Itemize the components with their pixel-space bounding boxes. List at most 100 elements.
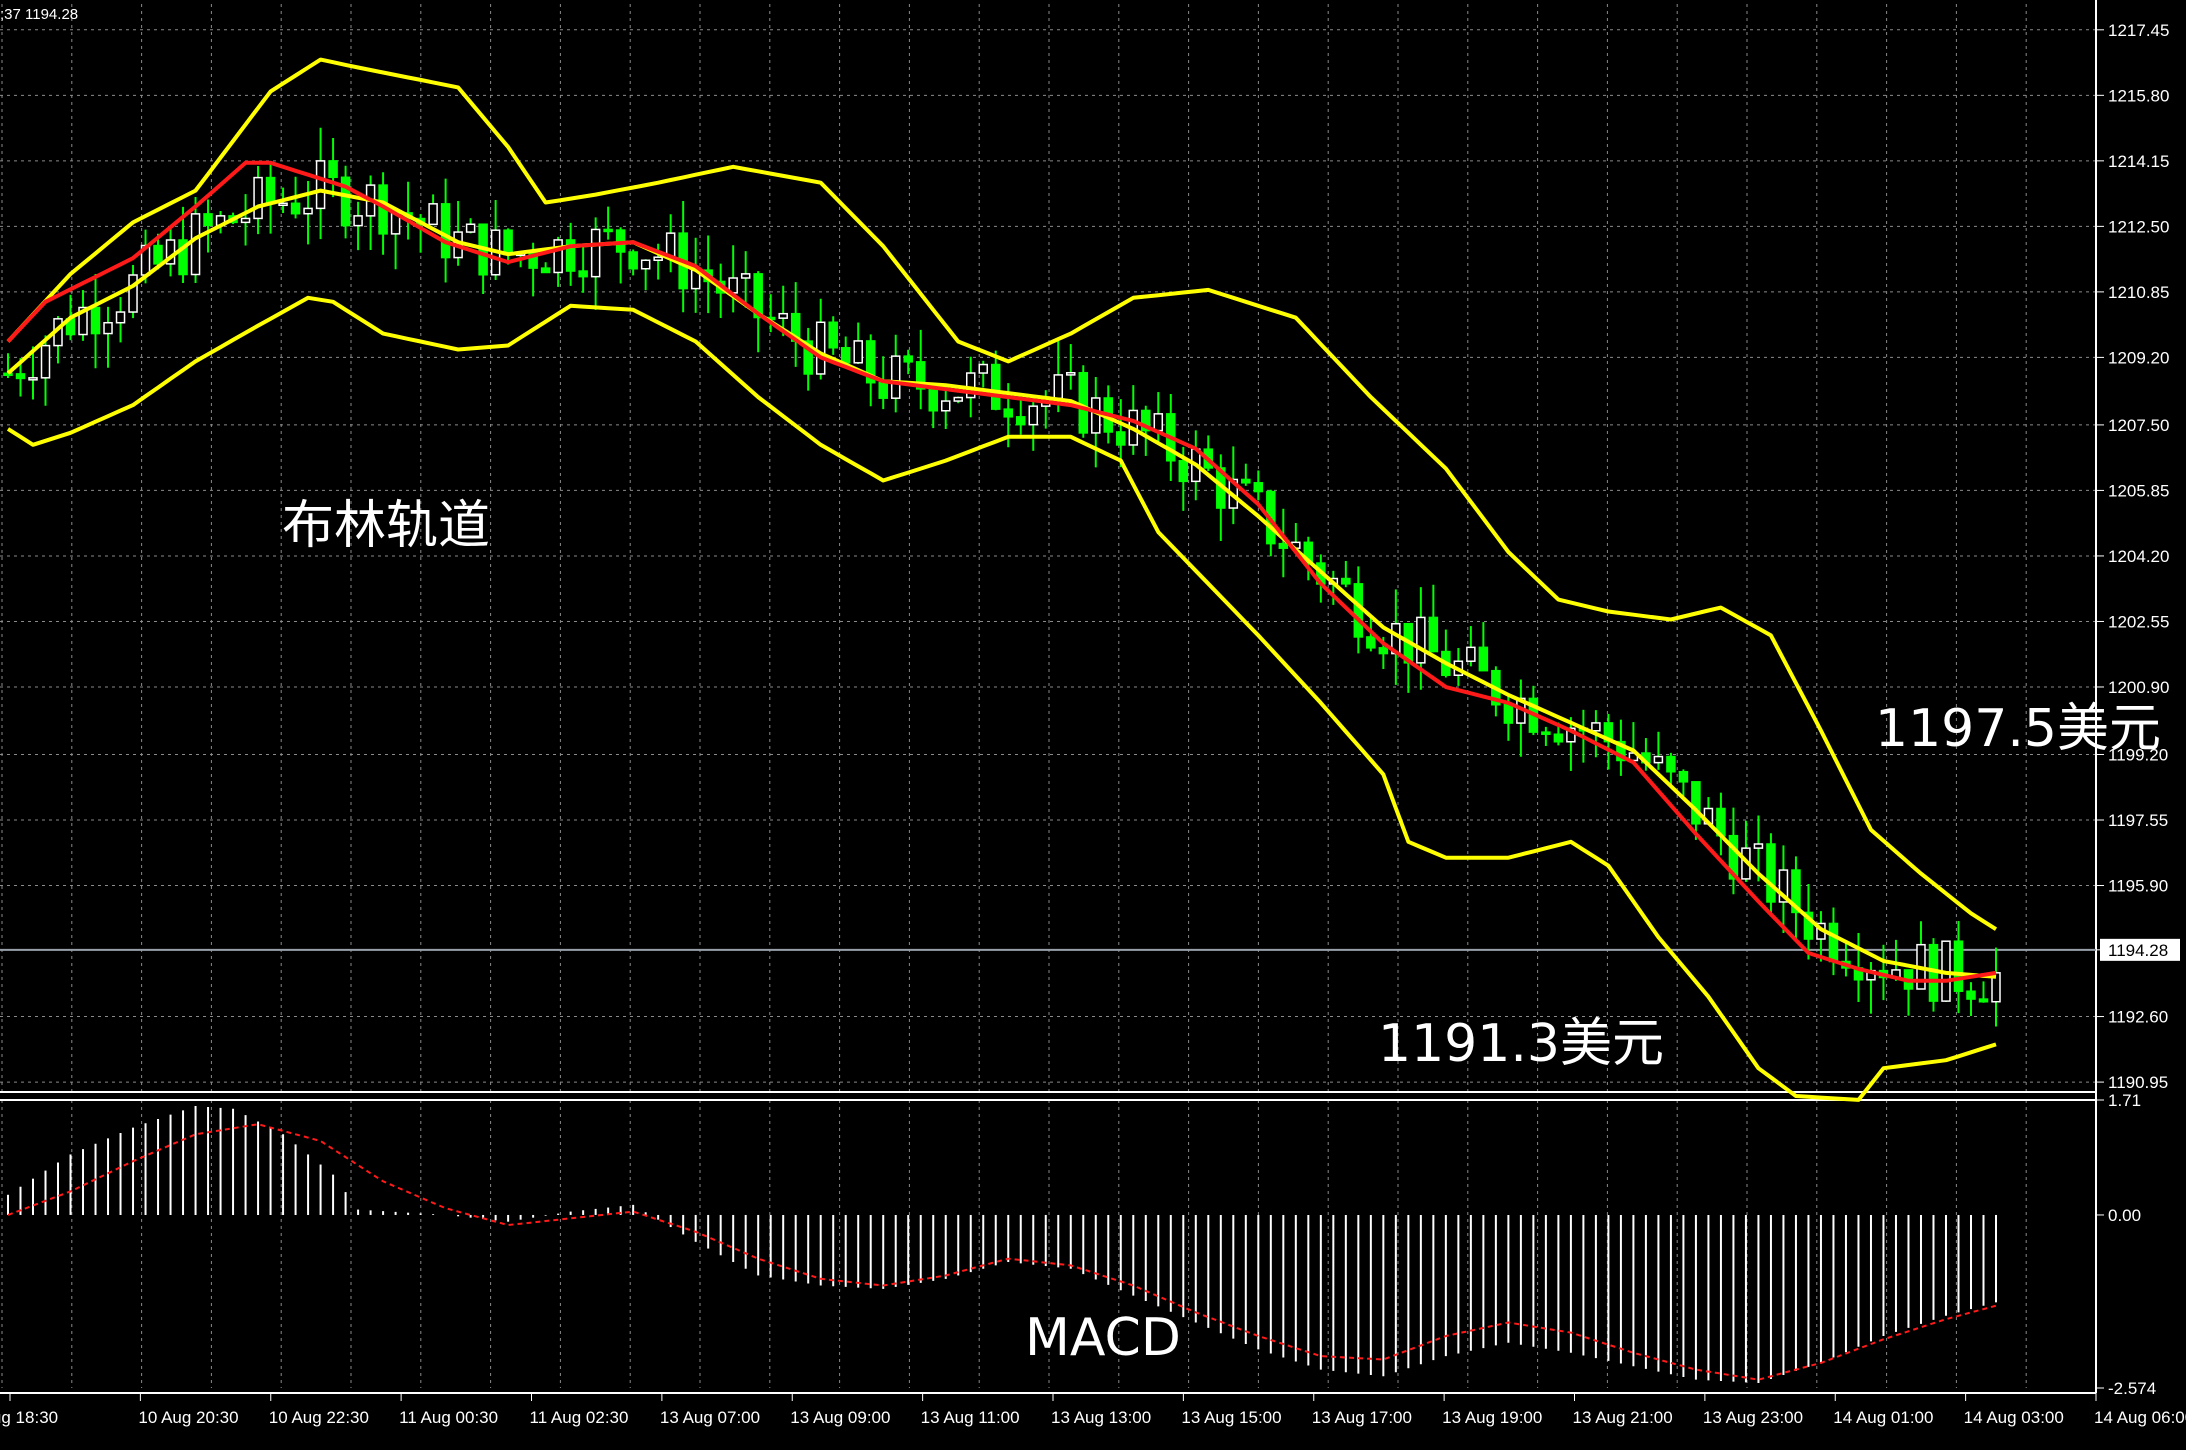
candle-body: [1003, 408, 1014, 418]
candle-body: [1591, 722, 1601, 732]
candle-body: [290, 202, 301, 215]
bollinger-lower-band: [6, 295, 1997, 1102]
time-tick-label: 14 Aug 03:00: [1964, 1408, 2064, 1427]
candle-body: [603, 228, 613, 233]
candle-body: [15, 373, 26, 380]
time-tick-label: 13 Aug 19:00: [1442, 1408, 1542, 1427]
candle-body: [628, 251, 638, 270]
candle-body: [1953, 940, 1964, 992]
candle-body: [553, 239, 563, 274]
candle-body: [28, 377, 38, 381]
candle-body: [303, 207, 313, 215]
chart-header-info: ;37 1194.28: [0, 6, 79, 23]
candle-body: [1378, 647, 1389, 655]
candle-body: [1753, 843, 1764, 849]
candle-body: [1366, 636, 1376, 649]
price-tick-label: 1210.85: [2108, 283, 2169, 302]
time-tick-label: 10 Aug 20:30: [138, 1408, 238, 1427]
price-tick-label: 1215.80: [2108, 86, 2169, 105]
price-tick-label: 1195.90: [2108, 877, 2168, 896]
lower-price-label: 1191.3美元: [1378, 1014, 1664, 1074]
macd-tick-label: -2.574: [2108, 1379, 2156, 1398]
time-tick-label: 13 Aug 11:00: [921, 1408, 1020, 1427]
candle-body: [1428, 616, 1439, 653]
candle-body: [1766, 843, 1776, 903]
candle-body: [978, 363, 988, 374]
upper-price-label: 1197.5美元: [1875, 699, 2161, 759]
candle-body: [3, 372, 13, 377]
candle-body: [1653, 755, 1664, 764]
candle-body: [190, 213, 201, 276]
candle-body: [640, 259, 651, 270]
candle-body: [1553, 733, 1564, 743]
candle-body: [1053, 374, 1064, 400]
candle-body: [1828, 922, 1839, 963]
candle-body: [878, 381, 888, 399]
time-tick-label: 13 Aug 17:00: [1312, 1408, 1412, 1427]
candle-body: [890, 355, 901, 399]
macd-tick-label: 0.00: [2108, 1206, 2141, 1225]
candle-body: [953, 396, 963, 402]
candle-body: [253, 176, 263, 220]
price-tick-label: 1192.60: [2108, 1008, 2168, 1027]
candle-body: [1691, 781, 1701, 825]
candle-body: [853, 340, 863, 364]
candle-body: [653, 256, 663, 262]
bollinger-label: 布林轨道: [282, 496, 491, 556]
candle-body: [1078, 371, 1089, 434]
candle-body: [903, 355, 913, 363]
candle-body: [40, 344, 51, 379]
candle-body: [278, 202, 288, 207]
time-tick-label: 10 Aug 22:30: [269, 1408, 369, 1427]
price-tick-label: 1194.28: [2108, 941, 2168, 960]
macd-signal-line: [7, 1123, 1997, 1381]
candle-body: [1153, 413, 1164, 432]
candle-body: [1416, 616, 1426, 664]
time-tick-label: 10 Aug 18:30: [0, 1408, 58, 1427]
candle-body: [828, 321, 838, 349]
time-tick-label: 11 Aug 02:30: [530, 1408, 629, 1427]
candle-body: [1966, 990, 1976, 1000]
candle-body: [1116, 431, 1126, 446]
candle-body: [590, 228, 601, 278]
candle-body: [1016, 416, 1026, 426]
candle-body: [1178, 460, 1189, 483]
price-tick-label: 1209.20: [2108, 348, 2169, 367]
candle-body: [440, 203, 451, 259]
candle-body: [928, 388, 938, 412]
price-tick-label: 1202.55: [2108, 612, 2169, 631]
time-tick-label: 13 Aug 09:00: [790, 1408, 890, 1427]
candle-body: [128, 274, 138, 313]
time-tick-label: 13 Aug 13:00: [1051, 1408, 1151, 1427]
candle-body: [428, 203, 438, 226]
candle-body: [315, 160, 326, 210]
bollinger-middle-band: [6, 160, 1997, 983]
price-tick-label: 1190.95: [2108, 1073, 2168, 1092]
candle-body: [503, 229, 513, 256]
price-tick-label: 1197.55: [2108, 811, 2168, 830]
candle-body: [153, 244, 163, 265]
candle-body: [1341, 577, 1351, 585]
candle-body: [840, 347, 851, 364]
candle-body: [103, 321, 113, 335]
price-tick-label: 1207.50: [2108, 416, 2169, 435]
time-tick-label: 13 Aug 21:00: [1573, 1408, 1673, 1427]
price-tick-label: 1214.15: [2108, 152, 2169, 171]
candle-body: [540, 267, 551, 274]
candle-body: [815, 321, 826, 375]
price-tick-label: 1204.20: [2108, 547, 2169, 566]
candle-body: [1253, 482, 1264, 493]
candle-body: [778, 312, 788, 319]
price-tick-label: 1205.85: [2108, 481, 2169, 500]
candle-body: [940, 400, 951, 412]
time-tick-label: 14 Aug 06:00: [2094, 1408, 2186, 1427]
candle-body: [1278, 542, 1289, 549]
candle-body: [740, 273, 751, 279]
candle-body: [240, 217, 251, 224]
candle-body: [990, 363, 1001, 410]
trading-chart: 1217.45 1215.80 1214.15 1212.50 1210.85 1209.…: [0, 0, 2186, 1427]
candle-body: [578, 270, 588, 278]
candle-body: [465, 223, 476, 233]
time-tick-label: 13 Aug 15:00: [1181, 1408, 1281, 1427]
time-tick-label: 14 Aug 01:00: [1833, 1408, 1933, 1427]
